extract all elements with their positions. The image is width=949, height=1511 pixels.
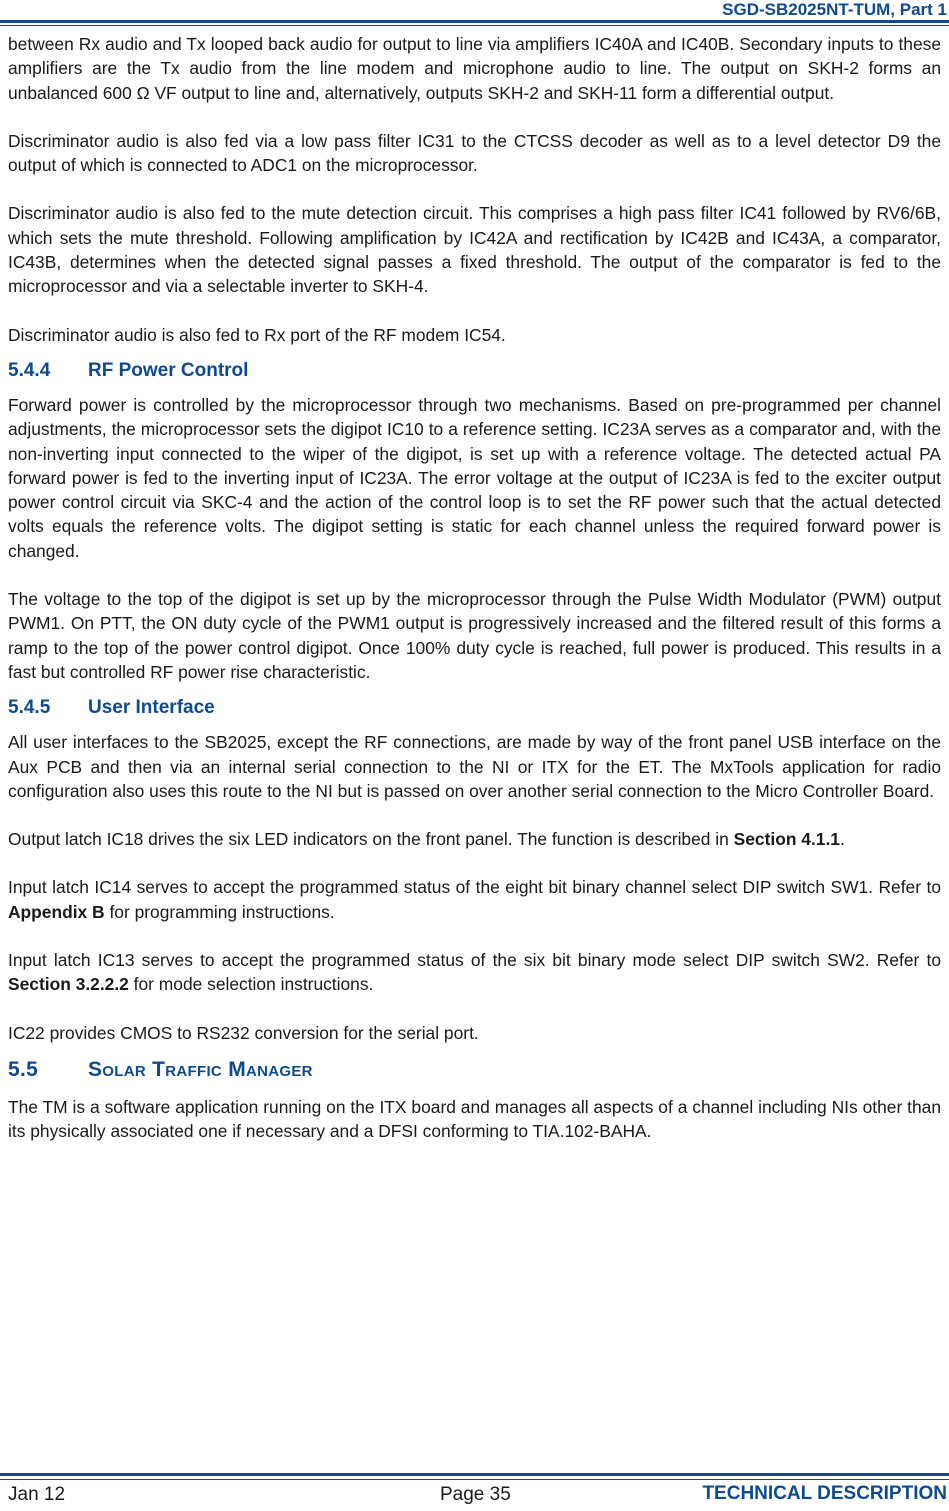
section-number: 5.5: [8, 1057, 39, 1081]
text-run: for mode selection instructions.: [128, 974, 374, 995]
section-title: RF Power Control: [88, 359, 249, 381]
section-heading-5-4-4: 5.4.4 RF Power Control: [8, 359, 941, 383]
paragraph: Input latch IC14 serves to accept the pr…: [8, 875, 941, 924]
paragraph: between Rx audio and Tx looped back audi…: [8, 34, 941, 103]
section-heading-5-4-5: 5.4.5 User Interface: [8, 696, 941, 720]
page-body: between Rx audio and Tx looped back audi…: [8, 32, 941, 1168]
paragraph: Discriminator audio is also fed to Rx po…: [8, 324, 506, 345]
footer-section-title: TECHNICAL DESCRIPTION: [702, 1483, 947, 1504]
section-number: 5.4.4: [8, 359, 51, 381]
text-run: Input latch IC14 serves to accept the pr…: [8, 877, 941, 898]
cross-reference-link[interactable]: Section 4.1.1: [734, 829, 840, 849]
section-number: 5.4.5: [8, 697, 51, 719]
page-number: Page 35: [440, 1484, 511, 1505]
text-run: Output latch IC18 drives the six LED ind…: [8, 829, 734, 850]
header-rule-thin: [0, 25, 949, 26]
paragraph: The TM is a software application running…: [8, 1096, 941, 1142]
footer-date: Jan 12: [8, 1484, 66, 1505]
document-title: SGD-SB2025NT-TUM, Part 1: [722, 0, 947, 19]
header-rule-thick: [0, 20, 949, 23]
text-run: Input latch IC13 serves to accept the pr…: [8, 950, 941, 971]
page-footer: Jan 12 Page 35 TECHNICAL DESCRIPTION: [0, 1472, 949, 1511]
paragraph: The voltage to the top of the digipot is…: [8, 589, 941, 682]
text-run: .: [839, 829, 845, 850]
cross-reference-link[interactable]: Appendix B: [8, 902, 105, 922]
paragraph: Discriminator audio is also fed via a lo…: [8, 130, 941, 176]
cross-reference-link[interactable]: Section 3.2.2.2: [8, 974, 129, 994]
paragraph: All user interfaces to the SB2025, excep…: [8, 732, 941, 801]
paragraph: Forward power is controlled by the micro…: [8, 394, 941, 561]
paragraph: IC22 provides CMOS to RS232 conversion f…: [8, 1022, 479, 1043]
paragraph: Output latch IC18 drives the six LED ind…: [8, 827, 941, 851]
section-heading-5-5: 5.5 Solar Traffic Manager: [8, 1057, 941, 1083]
paragraph: Input latch IC13 serves to accept the pr…: [8, 948, 941, 997]
text-run: for programming instructions.: [104, 901, 335, 922]
paragraph: Discriminator audio is also fed to the m…: [8, 203, 941, 297]
section-title: Solar Traffic Manager: [88, 1057, 313, 1081]
section-title: User Interface: [88, 697, 215, 719]
